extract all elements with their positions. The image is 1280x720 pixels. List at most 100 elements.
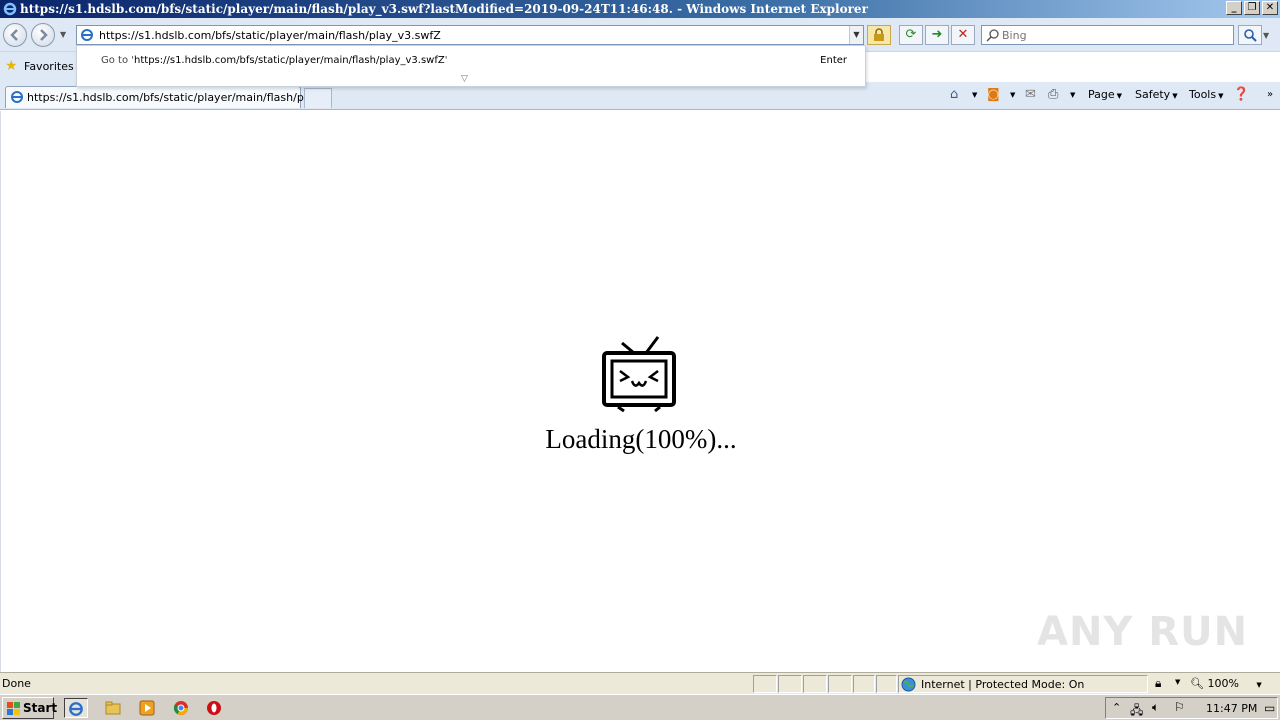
back-arrow-icon [10, 29, 18, 41]
home-chevron-icon[interactable]: ▼ [972, 86, 977, 104]
safety-chevron-icon: ▼ [1172, 92, 1178, 100]
ie-page-icon [81, 29, 93, 41]
enter-hint: Enter [820, 55, 847, 66]
search-box[interactable] [981, 25, 1234, 45]
bilibili-tv-icon [602, 336, 676, 413]
stop-x-icon: ✕ [957, 27, 969, 42]
ie-logo-icon [69, 702, 83, 716]
window-title-bar[interactable]: https://s1.hdslb.com/bfs/static/player/m… [0, 0, 1280, 18]
ie-logo-icon [3, 2, 17, 16]
taskbar-opera-button[interactable] [202, 698, 226, 718]
status-cell [803, 675, 827, 693]
zoom-chevron-icon: ▼ [1256, 681, 1262, 689]
page-content[interactable]: Loading(100%)... ANY RUN [0, 111, 1280, 672]
status-bar: Done Internet | Protected Mode: On 🔒︎ ▼ … [0, 672, 1280, 694]
address-autocomplete-dropdown: Go to 'https://s1.hdslb.com/bfs/static/p… [76, 45, 866, 87]
favorites-button[interactable]: Favorites [24, 60, 74, 73]
compatibility-icon: ⟳ [905, 27, 917, 42]
action-center-flag-icon[interactable]: ⚐ [1174, 700, 1185, 714]
tab-active[interactable]: https://s1.hdslb.com/bfs/static/player/m… [5, 86, 324, 108]
globe-icon [901, 677, 916, 692]
start-label: Start [23, 701, 58, 715]
volume-icon[interactable]: 🔈︎ [1152, 700, 1159, 715]
window-title: https://s1.hdslb.com/bfs/static/player/m… [20, 2, 868, 16]
close-button[interactable]: ✕ [1262, 1, 1278, 15]
start-button[interactable]: Start [2, 697, 58, 719]
clock[interactable]: 11:47 PM [1206, 702, 1257, 715]
tools-chevron-icon: ▼ [1218, 92, 1224, 100]
goto-prefix: Go to ' [101, 55, 135, 66]
goto-url: https://s1.hdslb.com/bfs/static/player/m… [134, 55, 445, 66]
forward-button[interactable] [31, 23, 55, 47]
status-cell [828, 675, 852, 693]
taskbar-chrome-button[interactable] [169, 698, 193, 718]
feeds-icon[interactable]: ◙ [987, 86, 1000, 104]
help-icon[interactable]: ❓ [1233, 86, 1249, 104]
tab-label: https://s1.hdslb.com/bfs/static/player/m… [27, 91, 325, 104]
safety-menu-label: Safety [1135, 88, 1171, 101]
taskbar: Start ⌃ 🖧︎ 🔈︎ ⚐ 11:47 PM ▭ [0, 694, 1280, 720]
stop-button[interactable]: ✕ [951, 25, 975, 45]
goto-suffix: ' [444, 55, 448, 66]
show-desktop-icon[interactable]: ▭ [1264, 701, 1275, 715]
feeds-chevron-icon[interactable]: ▼ [1010, 86, 1015, 104]
favorites-bar: ★ Favorites [0, 52, 80, 82]
goto-suggestion[interactable]: Go to 'https://s1.hdslb.com/bfs/static/p… [101, 55, 447, 66]
new-tab-button[interactable] [304, 88, 332, 108]
go-arrow-icon: ➜ [931, 27, 943, 42]
back-button[interactable] [3, 23, 27, 47]
address-input[interactable] [99, 27, 839, 43]
page-menu[interactable]: Page ▼ [1088, 86, 1122, 104]
zoom-control[interactable]: 🔍︎ 100% ▼ [1190, 677, 1262, 690]
search-button[interactable] [1238, 25, 1262, 45]
address-dropdown-icon[interactable]: ▼ [849, 26, 863, 44]
status-cell [778, 675, 802, 693]
print-chevron-icon[interactable]: ▼ [1070, 86, 1075, 104]
home-icon[interactable]: ⌂ [950, 86, 958, 104]
media-player-icon [139, 700, 155, 716]
status-cell [853, 675, 875, 693]
taskbar-explorer-button[interactable] [101, 698, 125, 718]
windows-flag-icon [7, 702, 20, 715]
more-commands-chevron-icon[interactable]: » [1267, 86, 1273, 104]
anyrun-watermark: ANY RUN [1037, 609, 1249, 655]
status-text: Done [2, 677, 31, 690]
ie-page-icon [11, 91, 23, 103]
security-lock-button[interactable] [867, 25, 891, 45]
go-button[interactable]: ➜ [925, 25, 949, 45]
zoom-level: 100% [1207, 677, 1239, 690]
change-settings-icon[interactable]: 🔒︎ [1155, 676, 1161, 691]
folder-icon [105, 701, 121, 715]
recent-pages-chevron-icon[interactable]: ▼ [60, 30, 66, 39]
favorites-star-icon: ★ [5, 58, 18, 74]
read-mail-icon[interactable]: ✉ [1025, 86, 1036, 104]
search-icon [986, 29, 999, 42]
security-zone[interactable]: Internet | Protected Mode: On [898, 675, 1148, 693]
compatibility-view-button[interactable]: ⟳ [899, 25, 923, 45]
taskbar-media-player-button[interactable] [135, 698, 159, 718]
status-cell [753, 675, 777, 693]
print-icon[interactable]: ⎙ [1048, 86, 1058, 104]
system-tray: ⌃ 🖧︎ 🔈︎ ⚐ 11:47 PM ▭ [1105, 697, 1278, 719]
search-go-icon [1244, 29, 1257, 42]
restore-button[interactable]: ❐ [1244, 1, 1260, 15]
expand-dropdown-chevron-icon[interactable]: ▽ [461, 74, 468, 84]
chrome-icon [173, 701, 188, 715]
loading-text: Loading(100%)... [545, 424, 737, 454]
address-bar[interactable]: ▼ [76, 25, 864, 45]
page-chevron-icon: ▼ [1116, 92, 1123, 100]
tools-menu[interactable]: Tools ▼ [1189, 86, 1224, 104]
safety-menu[interactable]: Safety ▼ [1135, 86, 1178, 104]
search-input[interactable] [1002, 27, 1230, 43]
status-cell [876, 675, 897, 693]
search-options-chevron-icon[interactable]: ▼ [1263, 31, 1269, 40]
settings-chevron-icon[interactable]: ▼ [1175, 678, 1180, 686]
zoom-icon: 🔍︎ [1190, 677, 1204, 690]
minimize-button[interactable]: _ [1226, 1, 1242, 15]
network-icon[interactable]: 🖧︎ [1130, 701, 1143, 720]
show-hidden-icons-icon[interactable]: ⌃ [1112, 701, 1121, 714]
opera-icon [207, 701, 221, 715]
tools-menu-label: Tools [1189, 88, 1217, 101]
taskbar-ie-button[interactable] [64, 698, 88, 718]
page-menu-label: Page [1088, 88, 1115, 101]
